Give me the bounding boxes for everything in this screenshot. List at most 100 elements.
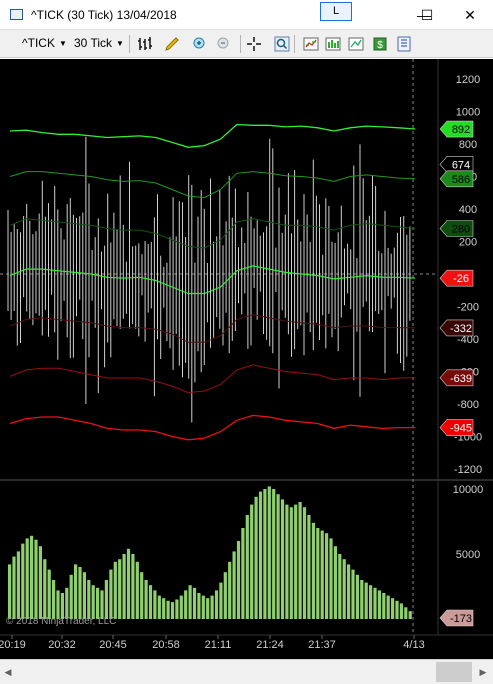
volume-bar	[197, 593, 201, 619]
volume-bar	[16, 551, 20, 619]
volume-bar	[355, 574, 359, 619]
volume-bar	[280, 499, 285, 619]
volume-bar	[219, 582, 223, 619]
chevron-down-icon[interactable]: ▼	[116, 39, 124, 48]
volume-bar	[38, 546, 42, 619]
link-button[interactable]: L	[320, 2, 352, 21]
volume-bar	[307, 515, 311, 619]
volume-bar	[131, 554, 135, 619]
zoom-out-icon[interactable]	[215, 35, 233, 53]
drawing-tool-icon[interactable]	[163, 35, 181, 53]
time-axis-label: 20:19	[0, 639, 26, 651]
volume-bar	[47, 569, 51, 619]
volume-bar	[201, 595, 205, 619]
volume-bar	[104, 580, 108, 619]
volume-bar	[223, 572, 227, 619]
volume-axis-label: 5000	[456, 549, 480, 561]
scroll-right-icon[interactable]: ▶	[475, 662, 491, 682]
volume-bar	[87, 580, 91, 619]
svg-text:$: $	[377, 40, 383, 51]
volume-bar	[320, 530, 324, 619]
title-bar: ^TICK (30 Tick) 13/04/2018 L — ☐ ✕	[0, 0, 493, 30]
order-entry-icon[interactable]: $	[371, 35, 389, 53]
volume-bar	[241, 528, 245, 619]
interval-selector[interactable]: 30 Tick	[74, 36, 112, 50]
volume-bar	[263, 489, 267, 619]
chart-template-icon[interactable]	[347, 35, 365, 53]
scroll-left-icon[interactable]: ◀	[0, 662, 16, 682]
price-marker-label: -332	[450, 323, 472, 335]
volume-bar	[338, 554, 342, 619]
volume-bar	[184, 590, 188, 619]
price-marker-label: -26	[453, 273, 469, 285]
upper-band-1-line	[9, 123, 416, 148]
price-axis-label: 200	[459, 237, 477, 249]
volume-bar	[267, 486, 271, 619]
volume-bar	[65, 587, 69, 619]
volume-bar	[373, 587, 377, 619]
volume-bar	[162, 598, 166, 619]
volume-bar	[364, 582, 368, 619]
maximize-button[interactable]: ☐	[404, 0, 450, 30]
price-marker-label: 586	[452, 174, 470, 186]
volume-bar	[360, 580, 364, 619]
volume-bar	[399, 603, 403, 619]
volume-bar	[78, 567, 82, 619]
volume-bar	[258, 491, 263, 619]
volume-bar	[228, 561, 232, 619]
volume-bar	[82, 572, 86, 619]
chart-toolbar: ^TICK ▼ 30 Tick ▼ $	[0, 30, 493, 58]
price-axis-label: -200	[457, 302, 479, 314]
volume-bar	[69, 574, 73, 619]
volume-marker-label: -173	[450, 613, 472, 625]
volume-bar	[276, 494, 280, 619]
time-axis-label: 21:37	[308, 639, 336, 651]
volume-bar	[391, 598, 395, 619]
volume-bar	[25, 538, 29, 619]
indicators-icon[interactable]	[302, 35, 320, 53]
volume-bar	[316, 528, 320, 619]
chart-panel[interactable]: 120010008006004002000-200-400-600-800-10…	[0, 59, 493, 659]
zoom-in-icon[interactable]	[191, 35, 209, 53]
lower-band-1-line	[9, 414, 415, 441]
chevron-down-icon[interactable]: ▼	[59, 39, 67, 48]
toolbar-divider	[129, 35, 130, 53]
toolbar-divider	[240, 35, 241, 53]
toolbar-divider	[294, 35, 295, 53]
volume-bar	[122, 554, 126, 619]
strategies-icon[interactable]	[324, 35, 342, 53]
price-axis-label: 400	[459, 204, 477, 216]
volume-bar	[302, 507, 307, 619]
price-marker-label: 280	[452, 224, 470, 236]
chart-canvas[interactable]: 120010008006004002000-200-400-600-800-10…	[0, 59, 493, 659]
volume-bar	[232, 551, 236, 619]
volume-bar	[214, 590, 219, 619]
properties-icon[interactable]	[395, 35, 413, 53]
volume-axis-label: 10000	[453, 484, 484, 496]
volume-bar	[12, 556, 16, 619]
volume-bar	[404, 607, 408, 619]
volume-bar	[377, 590, 381, 619]
magnifier-icon[interactable]	[273, 35, 291, 53]
price-marker-label: -945	[450, 423, 472, 435]
time-axis-label: 20:32	[48, 639, 76, 651]
price-axis-label: 800	[459, 139, 477, 151]
volume-bar	[126, 548, 131, 619]
volume-bar	[109, 569, 113, 619]
volume-bar	[157, 595, 161, 619]
horizontal-scrollbar[interactable]: ◀ ▶	[0, 659, 493, 684]
volume-bar	[140, 572, 144, 619]
bar-type-icon[interactable]	[136, 35, 154, 53]
volume-bar	[43, 559, 47, 619]
volume-bar	[382, 593, 386, 619]
crosshair-icon[interactable]	[245, 35, 263, 53]
price-marker-label: 892	[452, 124, 470, 136]
time-axis-label: 20:45	[99, 639, 127, 651]
price-axis-label: 1200	[456, 74, 480, 86]
scrollbar-thumb[interactable]	[436, 662, 472, 682]
price-marker-label: 674	[452, 160, 470, 172]
volume-bar	[8, 564, 12, 619]
instrument-selector[interactable]: ^TICK	[22, 36, 55, 50]
close-button[interactable]: ✕	[447, 0, 493, 30]
volume-bar	[144, 580, 148, 619]
